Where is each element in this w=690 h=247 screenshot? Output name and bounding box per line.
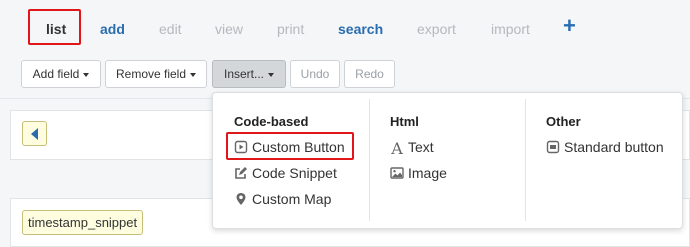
image-icon xyxy=(390,167,404,179)
back-button[interactable] xyxy=(22,121,47,146)
other-heading: Other xyxy=(546,114,581,129)
add-tab-plus-icon[interactable]: + xyxy=(563,15,576,37)
custom-map-label: Custom Map xyxy=(252,191,332,207)
menu-item-custom-map[interactable]: Custom Map xyxy=(234,189,331,209)
custom-button-label: Custom Button xyxy=(252,139,345,155)
play-square-icon xyxy=(234,140,248,154)
menu-item-code-snippet[interactable]: Code Snippet xyxy=(234,163,337,183)
column-separator xyxy=(525,99,526,221)
tab-print[interactable]: print xyxy=(277,18,304,40)
caret-down-icon xyxy=(268,72,274,77)
menu-item-standard-button[interactable]: Standard button xyxy=(546,137,664,157)
caret-down-icon xyxy=(83,72,90,77)
remove-field-label: Remove field xyxy=(115,67,187,81)
tab-list[interactable]: list xyxy=(46,18,66,40)
map-marker-icon xyxy=(236,193,246,205)
insert-label: Insert... xyxy=(223,67,264,81)
redo-button[interactable]: Redo xyxy=(344,60,395,88)
tab-view[interactable]: view xyxy=(215,18,243,40)
insert-dropdown-menu: Code-based Custom Button Code Snippet Cu… xyxy=(212,92,683,229)
html-heading: Html xyxy=(390,114,419,129)
button-icon xyxy=(546,140,560,154)
add-field-label: Add field xyxy=(32,67,80,81)
menu-item-text[interactable]: A Text xyxy=(390,137,434,158)
menu-item-image[interactable]: Image xyxy=(390,163,447,183)
tab-edit[interactable]: edit xyxy=(159,18,182,40)
standard-button-label: Standard button xyxy=(564,139,664,155)
snippet-tag[interactable]: timestamp_snippet xyxy=(22,210,144,235)
edit-icon xyxy=(235,167,247,179)
tab-import[interactable]: import xyxy=(491,18,530,40)
tab-search[interactable]: search xyxy=(338,18,383,40)
text-label: Text xyxy=(408,139,434,155)
caret-down-icon xyxy=(190,72,197,77)
add-field-button[interactable]: Add field xyxy=(21,60,101,88)
code-based-heading: Code-based xyxy=(234,114,309,129)
remove-field-button[interactable]: Remove field xyxy=(105,60,207,88)
font-icon: A xyxy=(391,139,403,158)
code-snippet-label: Code Snippet xyxy=(252,165,337,181)
image-label: Image xyxy=(408,165,447,181)
tab-add[interactable]: add xyxy=(100,18,125,40)
tab-export[interactable]: export xyxy=(417,18,456,40)
top-nav-tabs: list add edit view print search export i… xyxy=(0,0,690,52)
column-separator xyxy=(369,99,370,221)
triangle-left-icon xyxy=(31,128,38,140)
insert-button[interactable]: Insert... xyxy=(212,60,286,88)
undo-button[interactable]: Undo xyxy=(290,60,340,88)
menu-item-custom-button[interactable]: Custom Button xyxy=(234,137,345,157)
